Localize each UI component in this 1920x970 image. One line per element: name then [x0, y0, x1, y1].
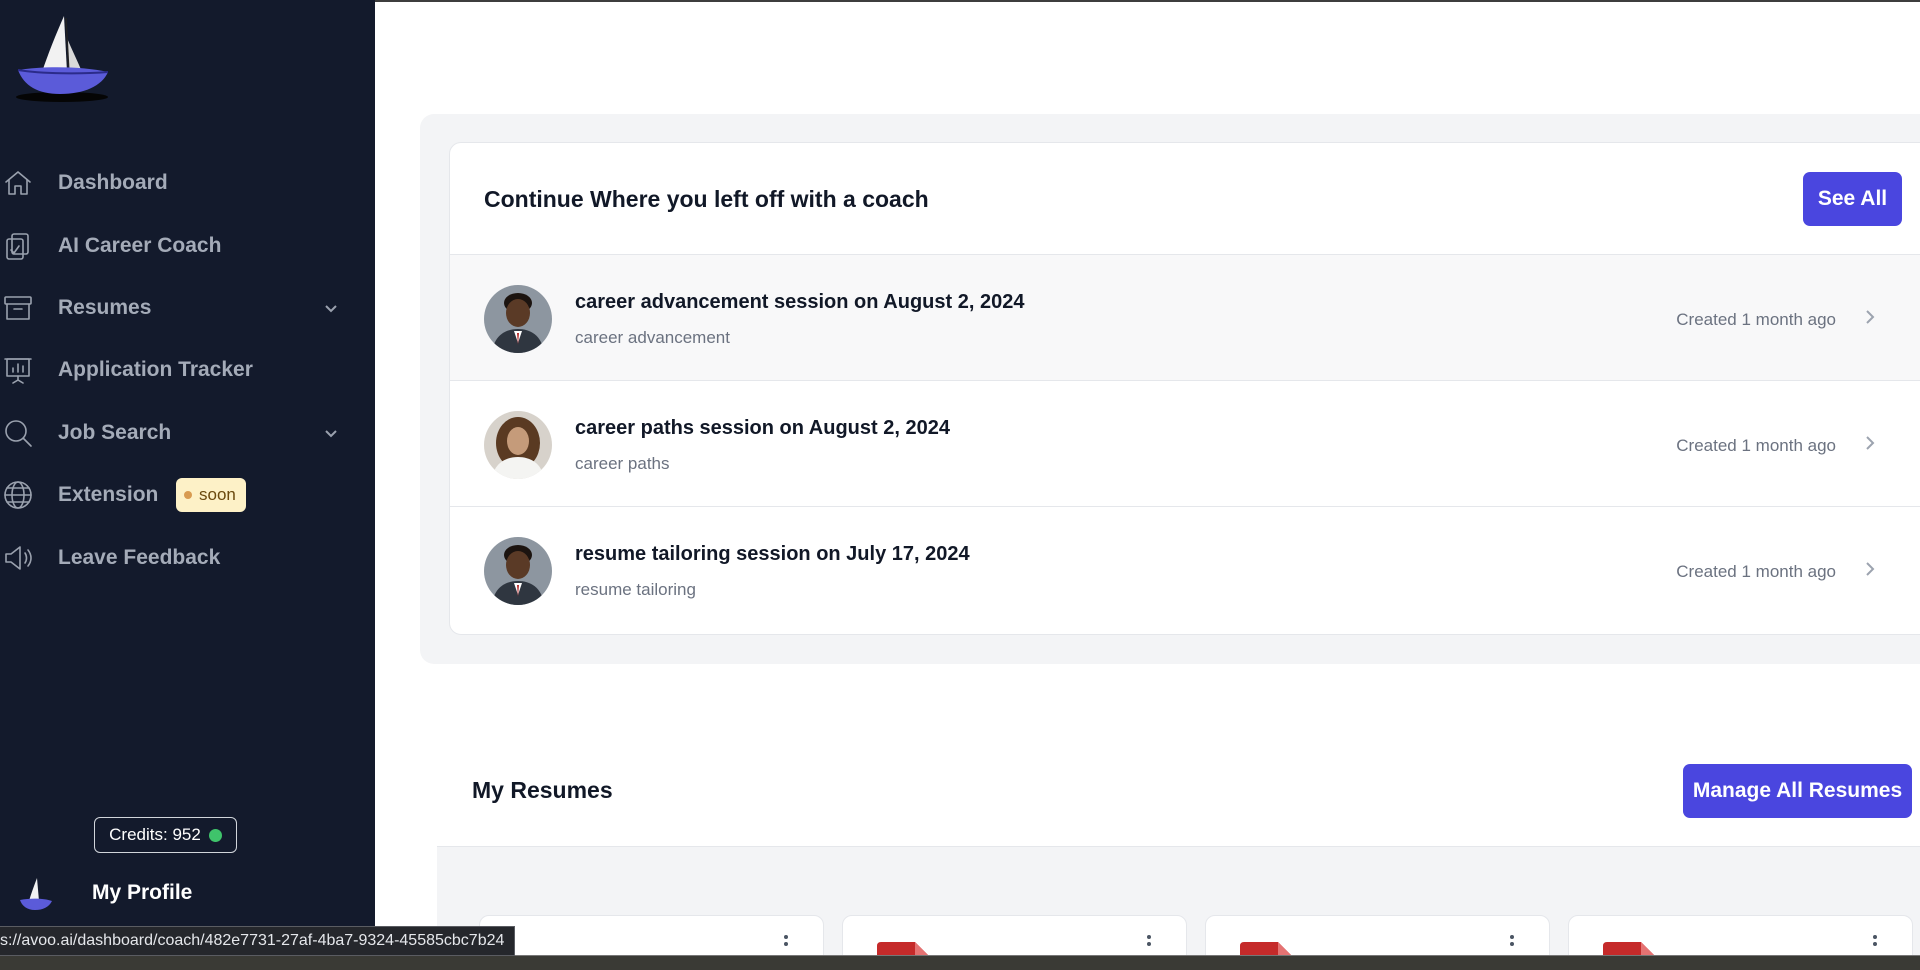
session-subtitle: career advancement	[575, 328, 730, 347]
session-title: resume tailoring session on July 17, 202…	[575, 543, 970, 565]
chevron-right-icon	[1862, 307, 1878, 327]
soon-badge: soon	[176, 478, 246, 513]
session-created-date: Created 1 month ago	[1676, 562, 1836, 581]
more-vertical-icon[interactable]	[1146, 934, 1152, 954]
session-created-date: Created 1 month ago	[1676, 310, 1836, 329]
coach-avatar	[484, 285, 552, 353]
sidebar-nav: Dashboard AI Career Coach Resumes Applic…	[0, 152, 375, 589]
status-url-tooltip: s://avoo.ai/dashboard/coach/482e7731-27a…	[0, 926, 516, 956]
soon-badge-label: soon	[199, 485, 236, 505]
sidebar-item-label: Resumes	[58, 295, 152, 319]
session-subtitle: resume tailoring	[575, 580, 696, 599]
sidebar-item-dashboard[interactable]: Dashboard	[0, 152, 375, 214]
sidebar-item-label: Application Tracker	[58, 358, 253, 382]
sidebar-item-label: Extension	[58, 483, 159, 507]
session-title: career paths session on August 2, 2024	[575, 417, 950, 439]
sidebar-item-leave-feedback[interactable]: Leave Feedback	[0, 526, 375, 588]
presentation-chart-icon	[2, 354, 34, 386]
sidebar-item-label: Job Search	[58, 420, 172, 444]
globe-icon	[2, 479, 34, 511]
manage-all-resumes-button[interactable]: Manage All Resumes	[1683, 764, 1912, 818]
session-title: career advancement session on August 2, …	[575, 291, 1025, 313]
more-vertical-icon[interactable]	[783, 934, 789, 954]
my-resumes-title: My Resumes	[472, 777, 613, 803]
badge-dot	[184, 491, 192, 500]
chevron-down-icon[interactable]	[322, 424, 340, 442]
my-profile-link[interactable]: My Profile	[0, 868, 375, 918]
chevron-right-icon	[1862, 433, 1878, 453]
sidebar-item-label: AI Career Coach	[58, 233, 222, 257]
os-taskbar	[0, 955, 1920, 970]
clipboard-check-icon	[2, 230, 34, 262]
session-row[interactable]: resume tailoring session on July 17, 202…	[450, 507, 1920, 633]
sidebar-item-resumes[interactable]: Resumes	[0, 277, 375, 339]
search-icon	[2, 417, 34, 449]
more-vertical-icon[interactable]	[1509, 934, 1515, 954]
chevron-right-icon	[1862, 559, 1878, 579]
coach-sessions-card: Continue Where you left off with a coach…	[449, 142, 1920, 635]
credits-badge[interactable]: Credits: 952	[94, 817, 237, 853]
see-all-button[interactable]: See All	[1803, 172, 1902, 226]
profile-avatar-icon	[16, 874, 56, 914]
session-subtitle: career paths	[575, 454, 670, 473]
sidebar-item-application-tracker[interactable]: Application Tracker	[0, 339, 375, 401]
sidebar-item-label: Dashboard	[58, 171, 168, 195]
archive-icon	[2, 292, 34, 324]
megaphone-icon	[2, 542, 34, 574]
window-top-border	[375, 0, 1920, 2]
coach-card-header: Continue Where you left off with a coach…	[450, 143, 1920, 255]
status-dot	[208, 828, 222, 842]
sidebar-item-ai-career-coach[interactable]: AI Career Coach	[0, 214, 375, 276]
sidebar: Dashboard AI Career Coach Resumes Applic…	[0, 0, 375, 970]
coach-avatar	[484, 411, 552, 479]
sidebar-item-job-search[interactable]: Job Search	[0, 402, 375, 464]
sidebar-item-extension[interactable]: Extension soon	[0, 464, 375, 526]
resumes-grid	[437, 846, 1920, 970]
app-logo[interactable]	[12, 14, 112, 104]
session-row[interactable]: career paths session on August 2, 2024 c…	[450, 381, 1920, 507]
session-row[interactable]: career advancement session on August 2, …	[450, 255, 1920, 381]
session-created-date: Created 1 month ago	[1676, 436, 1836, 455]
sidebar-item-label: Leave Feedback	[58, 545, 221, 569]
coach-section-title: Continue Where you left off with a coach	[484, 186, 929, 212]
credits-label: Credits: 952	[109, 825, 201, 844]
more-vertical-icon[interactable]	[1872, 934, 1878, 954]
coach-avatar	[484, 537, 552, 605]
status-url-text: s://avoo.ai/dashboard/coach/482e7731-27a…	[0, 932, 505, 949]
chevron-down-icon[interactable]	[322, 299, 340, 317]
home-icon	[2, 167, 34, 199]
my-profile-label: My Profile	[92, 881, 193, 904]
